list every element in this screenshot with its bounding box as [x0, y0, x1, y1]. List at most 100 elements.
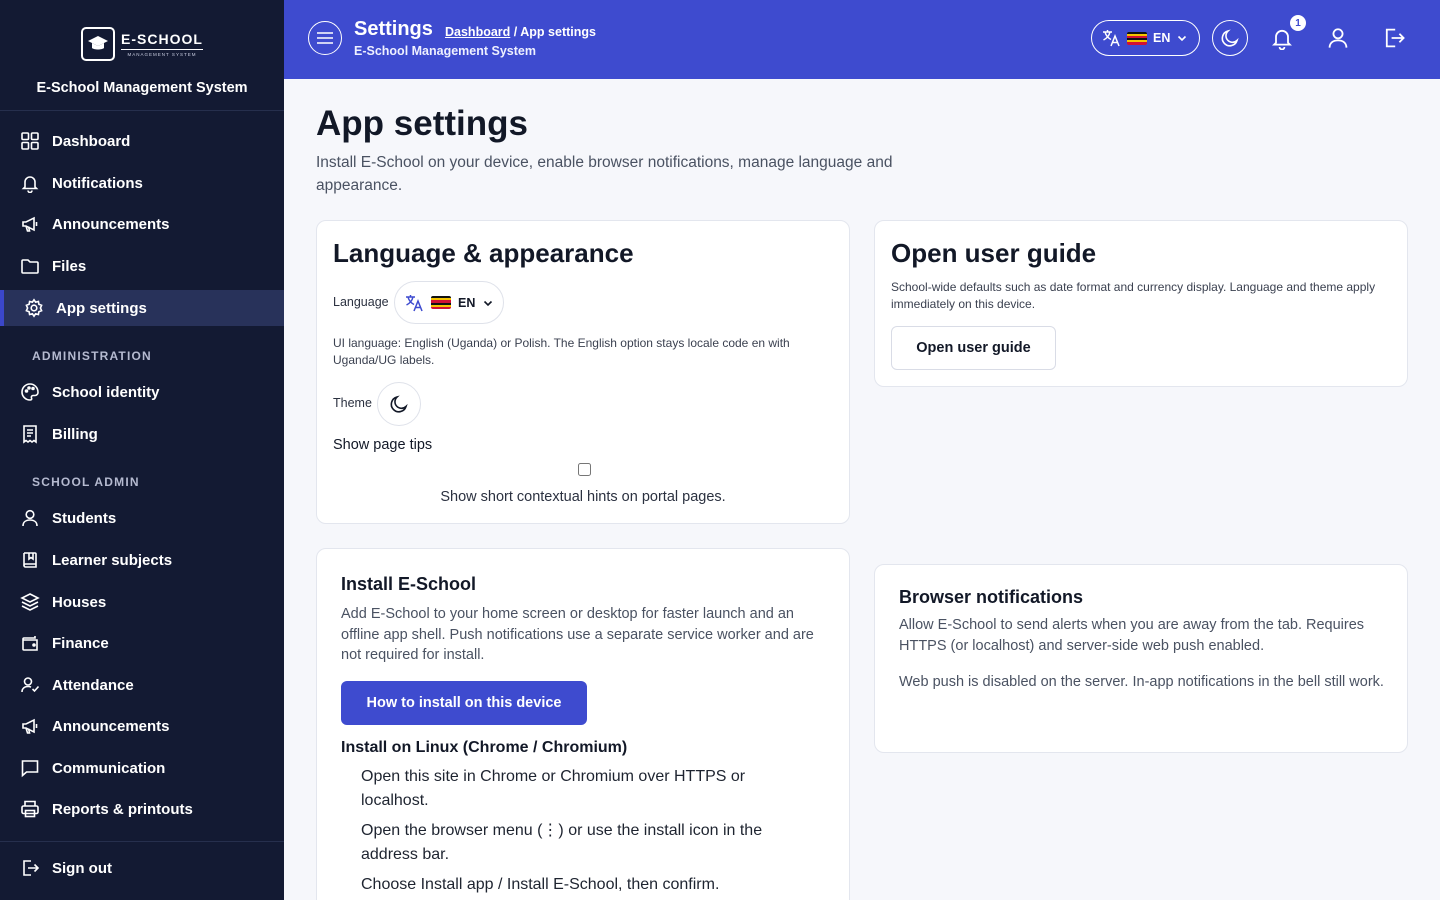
- linux-install-heading: Install on Linux (Chrome / Chromium): [341, 739, 628, 756]
- hamburger-icon: [317, 32, 333, 44]
- sidebar-item-school-identity[interactable]: School identity: [0, 374, 284, 410]
- sidebar-item-label: Houses: [52, 593, 107, 611]
- graduation-cap-icon: [81, 27, 116, 61]
- sidebar-item-label: Billing: [52, 425, 98, 443]
- sidebar-item-label: Attendance: [52, 676, 134, 694]
- user-guide-description: School-wide defaults such as date format…: [891, 280, 1376, 311]
- sidebar-divider: [0, 841, 284, 842]
- wallet-icon: [22, 636, 38, 651]
- sidebar-item-label: Reports & printouts: [52, 800, 193, 818]
- sidebar-item-reports[interactable]: Reports & printouts: [0, 791, 284, 827]
- page-description: Install E-School on your device, enable …: [316, 154, 893, 194]
- page-tips-help: Show short contextual hints on portal pa…: [440, 489, 726, 505]
- sign-out-icon: [1385, 28, 1405, 48]
- section-heading-administration: ADMINISTRATION: [32, 349, 152, 363]
- sidebar-item-label: Finance: [52, 634, 109, 652]
- sidebar-item-communication[interactable]: Communication: [0, 750, 284, 786]
- language-help-text: UI language: English (Uganda) or Polish.…: [333, 336, 790, 367]
- language-label: Language: [333, 295, 389, 309]
- theme-toggle-button[interactable]: [1212, 20, 1248, 56]
- sidebar-item-label: Files: [52, 257, 87, 275]
- install-description: Add E-School to your home screen or desk…: [341, 606, 814, 663]
- moon-icon: [390, 395, 408, 413]
- layers-icon: [20, 593, 40, 611]
- menu-toggle-button[interactable]: [308, 21, 342, 55]
- user-icon: [1328, 28, 1348, 48]
- page-section-title: Settings: [354, 18, 433, 40]
- sidebar-item-label: App settings: [56, 299, 147, 317]
- card-title: Language & appearance: [333, 238, 634, 268]
- uganda-flag-icon: [431, 296, 451, 309]
- top-bar-subtitle: E-School Management System: [354, 44, 536, 58]
- card-title: Install E-School: [341, 574, 477, 594]
- translate-icon: [1103, 30, 1120, 47]
- sidebar-item-label: Learner subjects: [52, 551, 173, 569]
- sign-out-icon: [23, 860, 40, 876]
- open-user-guide-button[interactable]: Open user guide: [891, 326, 1056, 370]
- folder-icon: [21, 259, 39, 274]
- sidebar-item-students[interactable]: Students: [0, 500, 284, 536]
- language-select[interactable]: EN: [394, 281, 504, 324]
- page-tips-checkbox[interactable]: [578, 463, 591, 476]
- chevron-down-icon: [1178, 35, 1187, 42]
- install-step: Choose Install app / Install E-School, t…: [361, 876, 720, 893]
- receipt-icon: [23, 425, 37, 444]
- sidebar-item-label: Dashboard: [52, 132, 131, 150]
- sidebar-item-attendance[interactable]: Attendance: [0, 667, 284, 703]
- sidebar: E-SCHOOL MANAGEMENT SYSTEM E-School Mana…: [0, 0, 284, 900]
- sidebar-item-app-settings[interactable]: App settings: [0, 290, 284, 326]
- install-step: Open the browser menu (⋮) or use the ins…: [361, 822, 763, 863]
- sidebar-item-billing[interactable]: Billing: [0, 416, 284, 452]
- translate-icon: [406, 294, 423, 311]
- megaphone-icon: [22, 216, 38, 232]
- printer-icon: [21, 800, 39, 818]
- language-selector[interactable]: EN: [1091, 20, 1200, 56]
- page-title: App settings: [316, 104, 528, 143]
- section-heading-school-admin: SCHOOL ADMIN: [32, 475, 140, 489]
- app-name: E-School Management System: [36, 80, 248, 96]
- app-logo[interactable]: E-SCHOOL MANAGEMENT SYSTEM: [81, 27, 203, 61]
- sidebar-item-notifications[interactable]: Notifications: [0, 165, 284, 201]
- card-title: Open user guide: [891, 238, 1097, 268]
- user-guide-card: Open user guide School-wide defaults suc…: [874, 220, 1408, 387]
- megaphone-icon: [22, 718, 38, 734]
- sign-out-button[interactable]: Sign out: [0, 850, 284, 886]
- sidebar-item-announcements-admin[interactable]: Announcements: [0, 708, 284, 744]
- page-tips-label: Show page tips: [333, 437, 433, 453]
- breadcrumb-link-dashboard[interactable]: Dashboard: [445, 25, 510, 39]
- sidebar-item-files[interactable]: Files: [0, 248, 284, 284]
- chevron-down-icon: [484, 300, 493, 306]
- sign-out-label: Sign out: [52, 859, 112, 877]
- notification-count-badge: 1: [1290, 15, 1306, 31]
- dashboard-icon: [21, 132, 39, 150]
- top-bar: Settings Dashboard / App settings E-Scho…: [284, 0, 1440, 79]
- sidebar-item-learner-subjects[interactable]: Learner subjects: [0, 542, 284, 578]
- language-code: EN: [458, 295, 476, 310]
- profile-button[interactable]: [1324, 24, 1352, 52]
- logo-subtitle: MANAGEMENT SYSTEM: [127, 52, 197, 57]
- sidebar-item-announcements[interactable]: Announcements: [0, 206, 284, 242]
- logout-button[interactable]: [1380, 24, 1408, 52]
- sidebar-item-label: School identity: [52, 383, 160, 401]
- uganda-flag-icon: [1127, 31, 1147, 45]
- moon-icon: [1221, 29, 1239, 47]
- logo-title: E-SCHOOL: [121, 31, 203, 50]
- sidebar-item-dashboard[interactable]: Dashboard: [0, 123, 284, 159]
- sidebar-item-finance[interactable]: Finance: [0, 625, 284, 661]
- language-appearance-card: Language & appearance Language EN UI lan…: [316, 220, 850, 524]
- book-icon: [23, 552, 37, 568]
- user-check-icon: [21, 677, 40, 693]
- install-instructions-button[interactable]: How to install on this device: [341, 681, 587, 725]
- gear-icon: [25, 298, 43, 318]
- sidebar-item-label: Announcements: [52, 717, 170, 735]
- sidebar-item-label: Communication: [52, 759, 166, 777]
- sidebar-item-label: Students: [52, 509, 117, 527]
- sidebar-item-label: Announcements: [52, 215, 170, 233]
- theme-toggle[interactable]: [377, 382, 421, 426]
- breadcrumb-separator: /: [510, 25, 521, 39]
- bell-icon: [21, 176, 39, 193]
- bell-icon: [1272, 29, 1292, 50]
- palette-icon: [21, 383, 39, 401]
- breadcrumb-current: App settings: [520, 25, 596, 39]
- sidebar-item-houses[interactable]: Houses: [0, 584, 284, 620]
